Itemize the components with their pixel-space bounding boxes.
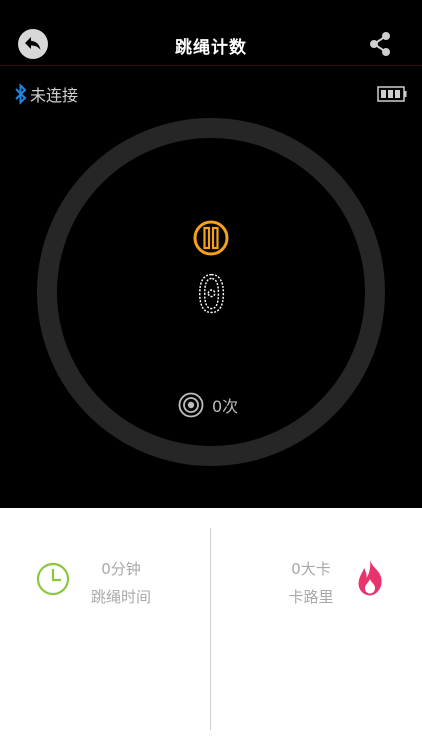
time-label: 跳绳时间 xyxy=(90,588,151,606)
stats-panel xyxy=(0,508,422,750)
battery-icon xyxy=(377,86,407,102)
bluetooth-icon xyxy=(15,83,27,105)
calories-label: 卡路里 xyxy=(288,588,334,606)
time-value: 0分钟 xyxy=(101,560,141,578)
clock-icon xyxy=(36,562,70,596)
calories-stat: 0大卡 卡路里 xyxy=(272,555,350,611)
page-title: 跳绳计数 xyxy=(175,38,247,58)
stats-divider xyxy=(210,528,211,730)
target-label: 0次 xyxy=(212,397,239,416)
target-icon xyxy=(178,392,204,418)
connection-label: 未连接 xyxy=(30,86,79,105)
connection-status[interactable]: 未连接 xyxy=(14,82,78,106)
pause-icon xyxy=(193,220,229,256)
jump-count-display: 0 xyxy=(198,272,225,315)
time-stat: 0分钟 跳绳时间 xyxy=(82,555,160,611)
header: 跳绳计数 xyxy=(0,0,422,66)
header-divider xyxy=(0,65,422,66)
jump-count-value: 0 xyxy=(198,272,225,315)
pause-button[interactable] xyxy=(193,220,229,256)
target-count[interactable]: 0次 xyxy=(178,392,238,418)
share-button[interactable] xyxy=(367,31,393,57)
app-root: 跳绳计数 未连接 0 0次 0分钟 跳绳时间 0大卡 卡路里 xyxy=(0,0,422,750)
flame-icon xyxy=(358,560,382,596)
share-icon xyxy=(370,32,390,56)
calories-value: 0大卡 xyxy=(291,560,331,578)
